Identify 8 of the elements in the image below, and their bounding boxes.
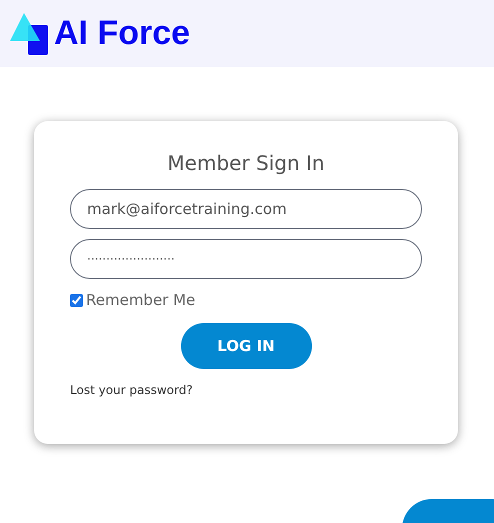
email-field[interactable]: mark@aiforcetraining.com [70,189,422,229]
login-button[interactable]: LOG IN [180,323,312,369]
remember-label: Remember Me [86,291,196,309]
password-field[interactable]: ······················· [70,239,422,279]
remember-checkbox[interactable] [70,294,83,306]
brand-name: AI Force [54,14,190,53]
lost-password-link[interactable]: Lost your password? [70,383,193,397]
sign-in-title: Member Sign In [166,151,326,175]
